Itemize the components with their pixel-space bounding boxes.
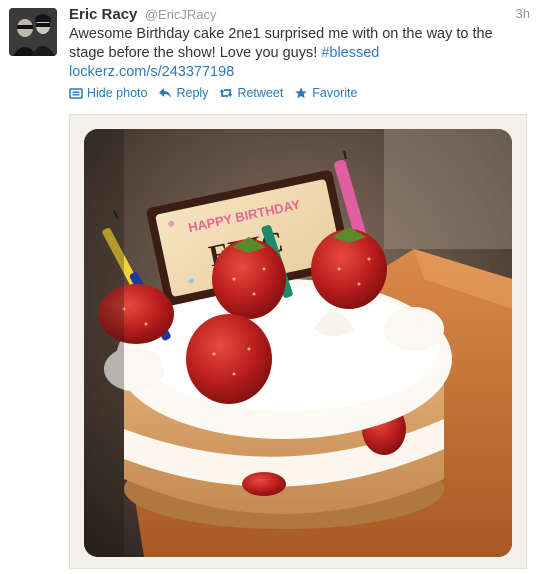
tweet: Eric Racy @EricJRacy 3h Awesome Birthday… bbox=[0, 0, 540, 574]
retweet-icon bbox=[219, 87, 233, 99]
tweet-url-link[interactable]: lockerz.com/s/243377198 bbox=[69, 63, 234, 82]
photo-icon bbox=[69, 87, 83, 99]
hide-photo-button[interactable]: Hide photo bbox=[69, 86, 147, 100]
hide-photo-label: Hide photo bbox=[87, 86, 148, 100]
hashtag-link[interactable]: #blessed bbox=[321, 45, 379, 61]
retweet-label: Retweet bbox=[237, 86, 284, 100]
tweet-timestamp[interactable]: 3h bbox=[516, 6, 530, 21]
retweet-button[interactable]: Retweet bbox=[219, 86, 283, 100]
author-username[interactable]: @EricJRacy bbox=[145, 7, 217, 22]
tweet-actions: Hide photo Reply Retweet Favorite bbox=[69, 84, 368, 102]
reply-label: Reply bbox=[176, 86, 209, 100]
tweet-text-body: Awesome Birthday cake 2ne1 surprised me … bbox=[69, 26, 493, 61]
reply-icon bbox=[158, 87, 172, 99]
favorite-label: Favorite bbox=[312, 86, 358, 100]
avatar[interactable] bbox=[9, 8, 57, 56]
tweet-text: Awesome Birthday cake 2ne1 surprised me … bbox=[69, 25, 524, 63]
photo-frame: HAPPY BIRTHDAY ERIC bbox=[69, 114, 527, 569]
author-full-name[interactable]: Eric Racy bbox=[69, 6, 137, 23]
star-icon bbox=[294, 87, 308, 99]
favorite-button[interactable]: Favorite bbox=[294, 86, 357, 100]
reply-button[interactable]: Reply bbox=[158, 86, 208, 100]
tweet-header: Eric Racy @EricJRacy bbox=[69, 6, 530, 26]
tweet-photo[interactable]: HAPPY BIRTHDAY ERIC bbox=[84, 129, 512, 557]
